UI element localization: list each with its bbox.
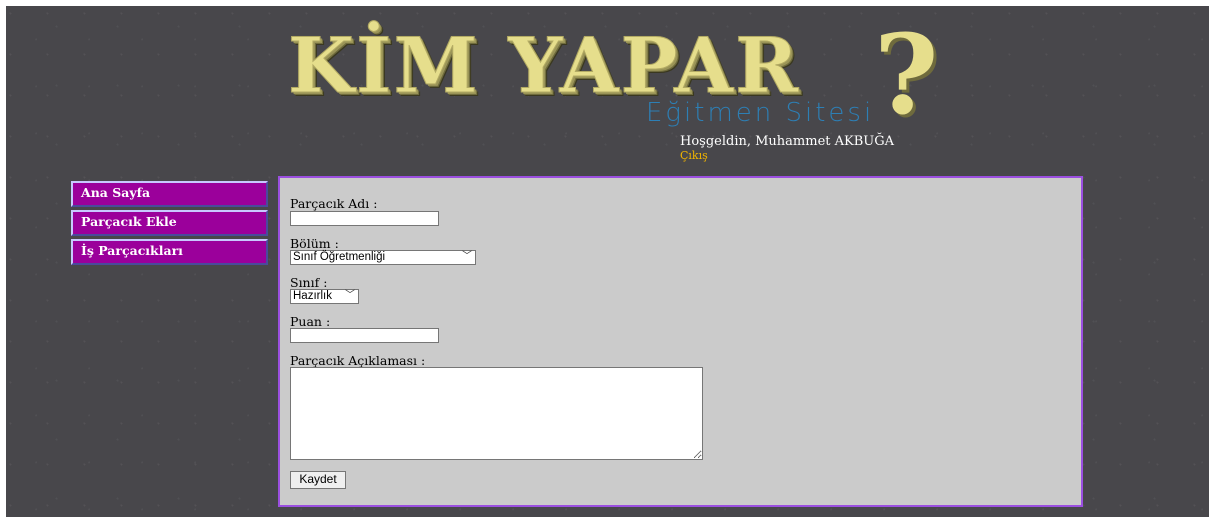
page-background: KİM YAPAR ? Eğitmen Sitesi Hoşgeldin, Mu… xyxy=(6,6,1209,517)
department-label: Bölüm : xyxy=(290,236,339,251)
score-input[interactable] xyxy=(290,328,439,343)
save-button[interactable]: Kaydet xyxy=(290,471,346,489)
chevron-down-icon: ﹀ xyxy=(345,290,355,301)
class-select-value: Hazırlık xyxy=(293,290,332,302)
department-select[interactable]: Sınıf Öğretmenliği ﹀ xyxy=(290,250,476,265)
name-label: Parçacık Adı : xyxy=(290,196,378,211)
class-label: Sınıf : xyxy=(290,275,328,290)
logo-title: KİM YAPAR xyxy=(287,21,801,110)
logo-question-mark: ? xyxy=(874,10,939,139)
sidebar-item-work-particles[interactable]: İş Parçacıkları xyxy=(71,239,268,265)
sidebar-item-add-particle[interactable]: Parçacık Ekle xyxy=(71,210,268,236)
form-panel: Parçacık Adı : Bölüm : Sınıf Öğretmenliğ… xyxy=(278,176,1083,507)
score-label: Puan : xyxy=(290,314,331,329)
welcome-message: Hoşgeldin, Muhammet AKBUĞA xyxy=(680,134,895,149)
site-logo: KİM YAPAR ? Eğitmen Sitesi xyxy=(284,20,974,134)
sidebar-nav: Ana Sayfa Parçacık Ekle İş Parçacıkları xyxy=(71,181,268,268)
logo-subtitle: Eğitmen Sitesi xyxy=(646,98,875,128)
department-select-value: Sınıf Öğretmenliği xyxy=(293,251,386,263)
description-textarea[interactable] xyxy=(290,367,703,460)
sidebar-item-home[interactable]: Ana Sayfa xyxy=(71,181,268,207)
logout-link[interactable]: Çıkış xyxy=(680,149,708,162)
description-label: Parçacık Açıklaması : xyxy=(290,353,426,368)
chevron-down-icon: ﹀ xyxy=(462,251,472,262)
class-select[interactable]: Hazırlık ﹀ xyxy=(290,289,359,304)
name-input[interactable] xyxy=(290,211,439,226)
